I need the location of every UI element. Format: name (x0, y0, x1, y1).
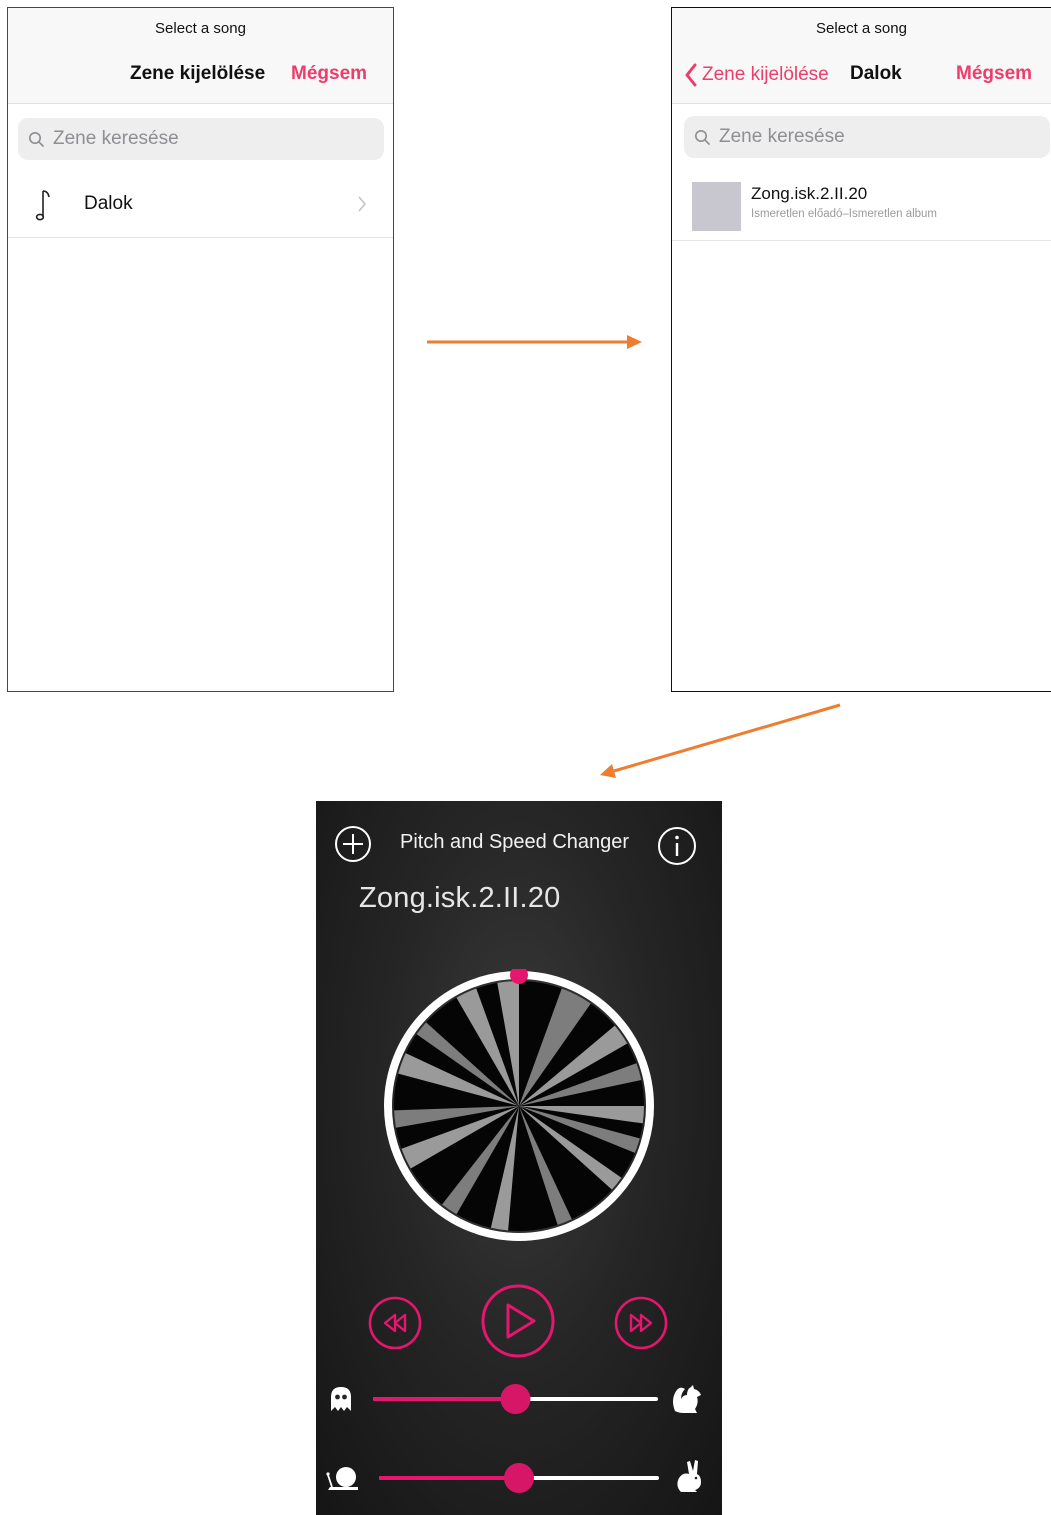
play-button[interactable] (480, 1283, 556, 1359)
fast-forward-icon (629, 1313, 653, 1333)
fast-forward-button[interactable] (614, 1296, 668, 1350)
arrow-right (427, 335, 642, 349)
pitch-speed-player: Pitch and Speed Changer Zong.isk.2.II.20 (316, 801, 722, 1515)
info-icon[interactable] (656, 825, 698, 867)
speed-slider[interactable] (379, 1458, 659, 1498)
rabbit-icon (677, 1460, 701, 1492)
pitch-slider[interactable] (373, 1379, 658, 1419)
app-title: Pitch and Speed Changer (400, 831, 630, 853)
play-icon (506, 1303, 536, 1339)
song-title: Zong.isk.2.II.20 (359, 882, 561, 914)
plus-circle-icon[interactable] (333, 824, 373, 864)
rewind-icon (383, 1313, 407, 1333)
rewind-button[interactable] (368, 1296, 422, 1350)
progress-disc[interactable] (382, 969, 656, 1243)
snail-icon (326, 1467, 358, 1490)
ghost-icon (331, 1387, 351, 1411)
arrow-down-left (600, 703, 841, 778)
squirrel-icon (673, 1385, 701, 1413)
